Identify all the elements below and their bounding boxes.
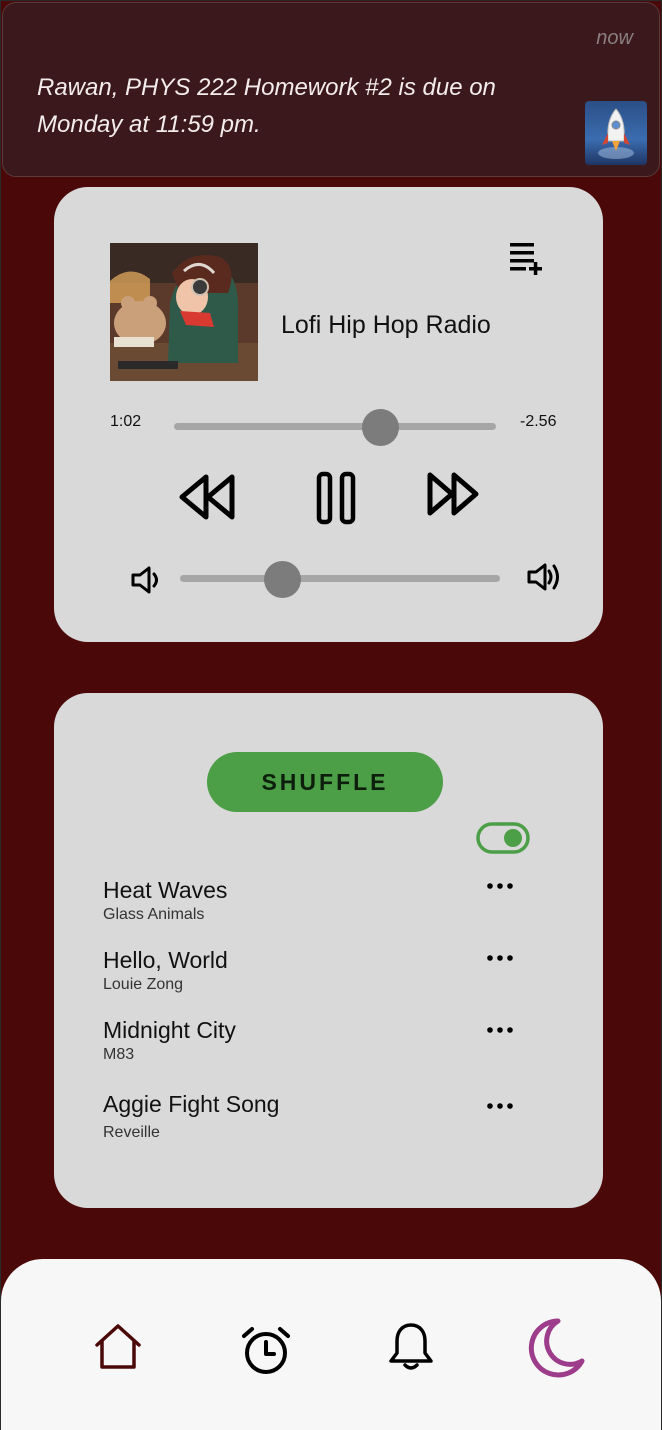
- more-options-icon[interactable]: [485, 1023, 515, 1037]
- rewind-icon[interactable]: [178, 473, 236, 521]
- song-item[interactable]: Midnight City M83: [103, 1016, 523, 1064]
- alarm-clock-icon[interactable]: [240, 1326, 292, 1381]
- shuffle-button[interactable]: SHUFFLE: [207, 752, 443, 812]
- more-options-icon[interactable]: [485, 951, 515, 965]
- bell-icon[interactable]: [387, 1321, 435, 1378]
- song-title: Midnight City: [103, 1017, 236, 1043]
- volume-slider-handle[interactable]: [263, 561, 301, 598]
- song-item[interactable]: Hello, World Louie Zong: [103, 946, 523, 994]
- song-artist: Glass Animals: [103, 906, 205, 923]
- now-playing-card: Lofi Hip Hop Radio 1:02 -2.56: [54, 187, 603, 642]
- remaining-time: -2.56: [520, 413, 557, 430]
- bottom-nav: [1, 1259, 661, 1430]
- home-icon[interactable]: [93, 1323, 143, 1376]
- moon-icon[interactable]: [524, 1317, 586, 1384]
- notification-time: now: [596, 27, 633, 49]
- song-title: Hello, World: [103, 947, 228, 973]
- more-options-icon[interactable]: [485, 1099, 515, 1113]
- song-item[interactable]: Aggie Fight Song Reveille: [103, 1090, 523, 1142]
- pause-icon[interactable]: [316, 471, 356, 525]
- notification-banner[interactable]: now Rawan, PHYS 222 Homework #2 is due o…: [2, 2, 660, 177]
- track-title: Lofi Hip Hop Radio: [281, 311, 491, 339]
- song-artist: M83: [103, 1046, 135, 1063]
- volume-high-icon[interactable]: [526, 561, 562, 593]
- song-title: Heat Waves: [103, 877, 228, 903]
- playlist-card: SHUFFLE Heat Waves Glass Animals Hello, …: [54, 693, 603, 1208]
- volume-low-icon[interactable]: [130, 565, 164, 595]
- more-options-icon[interactable]: [485, 879, 515, 893]
- song-title: Aggie Fight Song: [103, 1091, 280, 1117]
- rocket-icon: [585, 101, 647, 165]
- notification-message: Rawan, PHYS 222 Homework #2 is due on Mo…: [37, 74, 496, 138]
- elapsed-time: 1:02: [110, 413, 142, 430]
- song-artist: Louie Zong: [103, 976, 184, 993]
- shuffle-toggle[interactable]: [476, 822, 530, 854]
- fast-forward-icon[interactable]: [426, 471, 480, 517]
- progress-bar[interactable]: [174, 423, 496, 430]
- song-item[interactable]: Heat Waves Glass Animals: [103, 876, 523, 924]
- album-art: [110, 243, 258, 381]
- song-artist: Reveille: [103, 1124, 160, 1141]
- playlist-add-icon[interactable]: [508, 241, 544, 277]
- progress-scrubber[interactable]: [361, 409, 399, 446]
- volume-bar[interactable]: [180, 575, 500, 582]
